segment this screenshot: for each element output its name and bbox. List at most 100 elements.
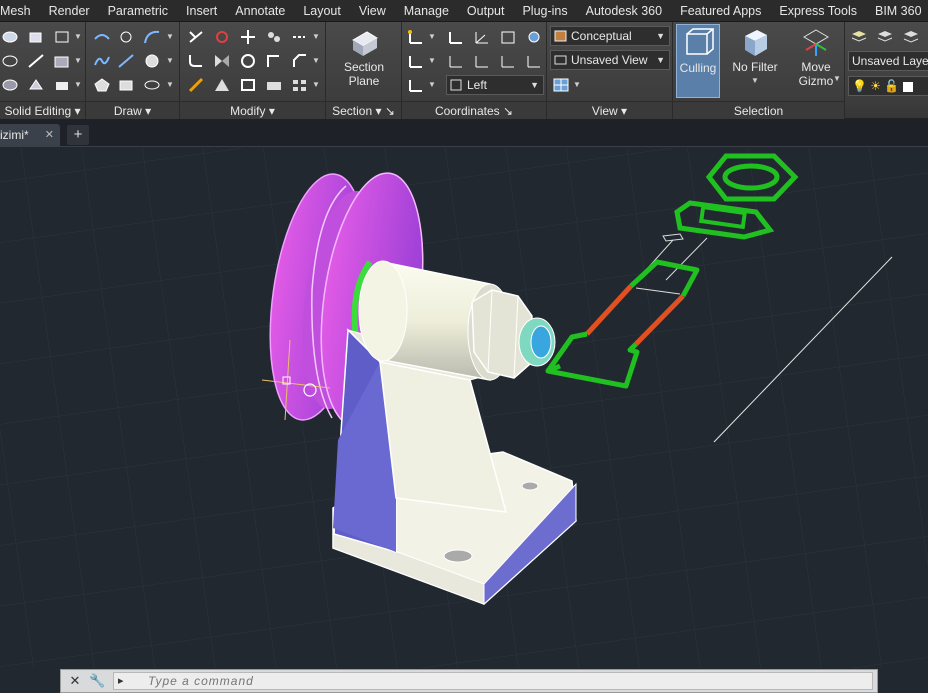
- panel-title-selection: Selection: [673, 101, 844, 119]
- named-view-icon: [554, 55, 567, 65]
- panel-title-coordinates[interactable]: Coordinates ↘: [402, 101, 546, 119]
- ribbon-tab-output[interactable]: Output: [458, 0, 514, 22]
- named-view-combo[interactable]: Unsaved View ▼: [550, 50, 670, 70]
- stretch-icon[interactable]: [264, 76, 284, 94]
- helix-icon[interactable]: [116, 28, 136, 46]
- fillet-icon[interactable]: [186, 52, 206, 70]
- polygon-icon[interactable]: [92, 76, 112, 94]
- offset-icon[interactable]: [238, 52, 258, 70]
- ribbon-tab-mesh[interactable]: Mesh: [0, 0, 40, 22]
- customize-wrench-icon[interactable]: 🔧: [89, 673, 105, 689]
- shell-icon[interactable]: [52, 52, 72, 70]
- visual-style-combo[interactable]: Conceptual ▼: [550, 26, 670, 46]
- ribbon-tab-express-tools[interactable]: Express Tools: [770, 0, 866, 22]
- ribbon-tab-plug-ins[interactable]: Plug-ins: [513, 0, 576, 22]
- current-layer-combo[interactable]: 💡 ☀ 🔓: [848, 76, 928, 96]
- viewport-config-icon[interactable]: [551, 76, 571, 94]
- ribbon-tab-view[interactable]: View: [350, 0, 395, 22]
- panel-draw: ▼ ▼ ▼ Draw ▾: [86, 22, 180, 119]
- slice-icon[interactable]: [26, 52, 46, 70]
- document-tab[interactable]: izimi* ✕: [0, 124, 60, 146]
- document-tab-label: izimi*: [0, 128, 29, 142]
- chamfer-icon[interactable]: [290, 52, 310, 70]
- ribbon-tab-layout[interactable]: Layout: [294, 0, 350, 22]
- command-prompt-icon[interactable]: ▸: [118, 674, 124, 687]
- layer-state-icon[interactable]: [875, 28, 895, 46]
- spline-icon[interactable]: [92, 52, 112, 70]
- union-icon[interactable]: [0, 28, 20, 46]
- layer-state-combo[interactable]: Unsaved Layer: [848, 51, 928, 71]
- ucs-face-icon[interactable]: [524, 52, 544, 70]
- ribbon-tab-annotate[interactable]: Annotate: [226, 0, 294, 22]
- section-plane-button[interactable]: Section Plane: [326, 26, 402, 88]
- interfere-icon[interactable]: [26, 76, 46, 94]
- imprint-icon[interactable]: [52, 76, 72, 94]
- panel-title-section[interactable]: Section ▾ ↘: [326, 101, 401, 119]
- ellipse-icon[interactable]: [142, 76, 162, 94]
- layer-properties-icon[interactable]: [849, 28, 869, 46]
- panel-title-view[interactable]: View ▾: [547, 101, 672, 119]
- trim-icon[interactable]: [186, 28, 206, 46]
- rotate-3d-icon[interactable]: [212, 28, 232, 46]
- ribbon: ▼ ▼ ▼ Solid Editing ▾ ▼ ▼ ▼ Draw ▾ ▼ ▼ ▼…: [0, 22, 928, 119]
- erase-icon[interactable]: [186, 76, 206, 94]
- ribbon-tab-bim-360[interactable]: BIM 360: [866, 0, 928, 22]
- ucs-object-icon[interactable]: [498, 52, 518, 70]
- close-icon[interactable]: ✕: [45, 124, 54, 146]
- panel-title-draw[interactable]: Draw ▾: [86, 101, 179, 119]
- command-input[interactable]: [148, 673, 848, 689]
- ribbon-tab-parametric[interactable]: Parametric: [99, 0, 177, 22]
- close-icon[interactable]: ✕: [67, 673, 83, 689]
- separate-icon[interactable]: [52, 28, 72, 46]
- scale-icon[interactable]: [238, 76, 258, 94]
- subtract-icon[interactable]: [0, 52, 20, 70]
- circle-icon[interactable]: [142, 52, 162, 70]
- ribbon-tab-featured-apps[interactable]: Featured Apps: [671, 0, 770, 22]
- new-tab-button[interactable]: +: [67, 125, 89, 145]
- ucs-previous-icon[interactable]: [406, 52, 426, 70]
- panel-view: Conceptual ▼ Unsaved View ▼ ▼ View ▾: [547, 22, 673, 119]
- 3d-array-icon[interactable]: [212, 76, 232, 94]
- array-icon[interactable]: [290, 76, 310, 94]
- arc-icon[interactable]: [142, 28, 162, 46]
- layer-isolate-icon[interactable]: [901, 28, 921, 46]
- sun-icon: ☀: [870, 79, 882, 93]
- intersect-icon[interactable]: [0, 76, 20, 94]
- panel-title-solid-editing[interactable]: Solid Editing ▾: [0, 101, 85, 119]
- ribbon-tab-insert[interactable]: Insert: [177, 0, 226, 22]
- culling-button[interactable]: Culling: [676, 24, 720, 98]
- ucs-origin-icon[interactable]: [446, 52, 466, 70]
- command-field[interactable]: ▸: [113, 672, 873, 690]
- ucs-x-icon[interactable]: [472, 28, 492, 46]
- mirror-3d-icon[interactable]: [212, 52, 232, 70]
- drawing-viewport[interactable]: [0, 148, 928, 668]
- shaft-tip[interactable]: [518, 317, 556, 367]
- polyline-icon[interactable]: [92, 28, 112, 46]
- culling-label: Culling: [679, 61, 717, 75]
- move-icon[interactable]: [238, 28, 258, 46]
- ucs-icon-properties[interactable]: [406, 76, 426, 94]
- chevron-down-icon: ▼: [656, 55, 665, 65]
- copy-icon[interactable]: [264, 28, 284, 46]
- model-space-canvas: [0, 148, 928, 668]
- panel-title-modify[interactable]: Modify ▾: [180, 101, 325, 119]
- no-filter-button[interactable]: No Filter ▼: [725, 26, 785, 88]
- autocad-window: Mesh Render Parametric Insert Annotate Layout…: [0, 0, 928, 693]
- ribbon-tab-render[interactable]: Render: [40, 0, 99, 22]
- extend-icon[interactable]: [290, 28, 310, 46]
- section-plane-icon: [352, 31, 378, 56]
- extrude-faces-icon[interactable]: [26, 28, 46, 46]
- line-icon[interactable]: [116, 52, 136, 70]
- panel-section: Section Plane Section ▾ ↘: [326, 22, 402, 119]
- ucs-world-icon[interactable]: [446, 28, 466, 46]
- ribbon-tab-manage[interactable]: Manage: [395, 0, 458, 22]
- ucs-view-icon[interactable]: [498, 28, 518, 46]
- ucs-y-icon[interactable]: [472, 52, 492, 70]
- ucs-icon[interactable]: [406, 28, 426, 46]
- ribbon-tab-autodesk-360[interactable]: Autodesk 360: [577, 0, 671, 22]
- 3d-align-icon[interactable]: [264, 52, 284, 70]
- ucs-named-icon[interactable]: [524, 28, 544, 46]
- chevron-down-icon: ▼: [656, 31, 665, 41]
- ucs-view-combo[interactable]: Left ▼: [446, 75, 544, 95]
- rectangle-icon[interactable]: [116, 76, 136, 94]
